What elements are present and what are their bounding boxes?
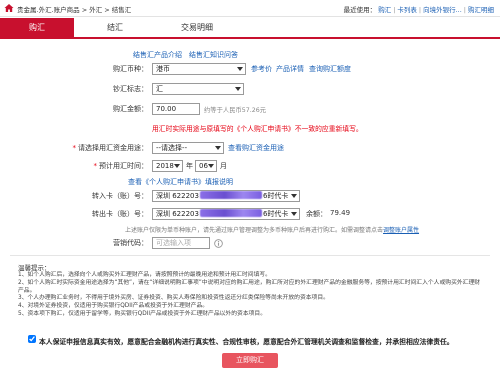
- tip-line: 4、对境外证券投资，仅适用于购买银行QDII产品或投资于外汇理财产品。: [18, 303, 209, 310]
- recent-item-purchase-details[interactable]: 购汇明细: [468, 6, 494, 14]
- balance-value: 79.49: [330, 209, 351, 217]
- out-card-select[interactable]: 深圳 622203 6时代卡: [152, 208, 300, 220]
- recent-separator: |: [393, 6, 396, 14]
- in-card-label: 转入卡（账）号：: [92, 192, 148, 200]
- marketing-code-row: 营销代码：: [0, 237, 500, 249]
- intro-links: 结售汇产品介绍 结售汇知识问答: [133, 50, 245, 60]
- application-link-row: 查看《个人购汇申请书》填报说明: [0, 176, 500, 188]
- out-card-suffix: 6时代卡: [262, 210, 289, 218]
- chevron-down-icon: [291, 194, 297, 198]
- marketing-code-label: 营销代码：: [113, 239, 148, 247]
- purpose-value: --请选择--: [156, 144, 188, 152]
- year-select[interactable]: 2018: [152, 160, 183, 172]
- year-value: 2018: [156, 162, 174, 170]
- tips-list: 1、如个人购汇后，选择向个人或购买外汇理财产品，请按照预计的最晚用途和预计用汇时…: [18, 272, 483, 319]
- masked-digits: [199, 191, 262, 199]
- expected-time-label-text: 预计用汇时间：: [99, 162, 148, 170]
- in-card-suffix: 6时代卡: [262, 192, 289, 200]
- tip-line: 2、如个人购汇时实际资金用途选择为“其他”，请在“详细说明购汇事项”中说明对应的…: [18, 279, 481, 294]
- product-intro-link[interactable]: 结售汇产品介绍: [133, 51, 182, 59]
- expected-time-label: * 预计用汇时间：: [10, 161, 149, 171]
- chevron-down-icon: [174, 164, 180, 168]
- in-card-prefix: 深圳 622203: [156, 192, 199, 200]
- section-divider: [10, 255, 490, 256]
- agreement-checkbox[interactable]: [28, 335, 36, 343]
- faq-link[interactable]: 结售汇知识问答: [189, 51, 238, 59]
- breadcrumb-bar: 贵金属.外汇.账户商品 > 外汇 > 结售汇 最近使用： 购汇 | 卡列表 | 向境外银…: [0, 0, 500, 17]
- view-purpose-link[interactable]: 查看购汇资金用途: [228, 143, 284, 153]
- cash-flag-value: 汇: [156, 85, 163, 93]
- out-card-row: 转出卡（账）号： 深圳 622203 6时代卡 余额： 79.49: [0, 208, 500, 220]
- tips-heading: 温馨提示：: [18, 264, 51, 272]
- home-icon[interactable]: [4, 3, 14, 13]
- required-mark: *: [72, 144, 77, 152]
- currency-select[interactable]: 港币: [152, 63, 246, 75]
- recent-links: 最近使用： 购汇 | 卡列表 | 向境外银行... | 购汇明细: [344, 4, 494, 14]
- cash-flag-label: 钞汇标志：: [113, 85, 148, 93]
- warning-row: 用汇时实际用途与原填写的《个人购汇申请书》不一致的应重新填写。: [0, 123, 500, 135]
- currency-label: 购汇币种：: [113, 65, 148, 73]
- account-note-text: 上述账户仅限为单币种账户，请先通过账户管理调整为多币种账户后再进行购汇。如需调整…: [125, 227, 384, 234]
- submit-purchase-button[interactable]: 立即购汇: [222, 353, 278, 368]
- tab-transaction-details[interactable]: 交易明细: [160, 18, 234, 37]
- in-card-select[interactable]: 深圳 622203 6时代卡: [152, 190, 300, 202]
- currency-row: 购汇币种： 港币 参考价 产品详情 查询购汇额度: [0, 63, 500, 75]
- purpose-row: * 请选择用汇资金用途： --请选择-- 查看购汇资金用途: [0, 142, 500, 154]
- reference-price-link[interactable]: 参考价: [251, 64, 272, 74]
- masked-digits: [199, 209, 262, 217]
- out-card-label: 转出卡（账）号：: [92, 210, 148, 218]
- chevron-down-icon: [215, 146, 221, 150]
- balance-label: 余额：: [306, 210, 327, 218]
- amount-row: 购汇金额： 约等于人民币57.26元: [0, 103, 500, 115]
- in-card-row: 转入卡（账）号： 深圳 622203 6时代卡: [0, 190, 500, 202]
- month-unit: 月: [220, 162, 227, 170]
- chevron-down-icon: [291, 212, 297, 216]
- marketing-code-input[interactable]: [152, 237, 210, 249]
- tip-line: 1、如个人购汇后，选择向个人或购买外汇理财产品，请按照预计的最晚用途和预计用汇时…: [18, 272, 271, 278]
- tab-bar: 购汇 结汇 交易明细: [0, 18, 500, 39]
- chevron-down-icon: [235, 87, 241, 91]
- tab-settlement[interactable]: 结汇: [78, 18, 152, 37]
- recent-separator: |: [418, 6, 422, 14]
- usage-warning: 用汇时实际用途与原填写的《个人购汇申请书》不一致的应重新填写。: [152, 125, 363, 133]
- purpose-select[interactable]: --请选择--: [152, 142, 224, 154]
- adjust-account-link[interactable]: 调整账户属性: [383, 227, 419, 234]
- agreement-row: 本人保证申报信息真实有效，愿意配合金融机构进行真实性、合规性审核，愿意配合外汇管…: [28, 335, 488, 346]
- purpose-label: * 请选择用汇资金用途：: [10, 143, 149, 153]
- account-note: 上述账户仅限为单币种账户，请先通过账户管理调整为多币种账户后再进行购汇。如需调整…: [125, 225, 419, 234]
- out-card-prefix: 深圳 622203: [156, 210, 199, 218]
- required-mark: *: [93, 162, 98, 170]
- agreement-text: 本人保证申报信息真实有效，愿意配合金融机构进行真实性、合规性审核，愿意配合外汇管…: [39, 337, 454, 346]
- recent-label: 最近使用：: [343, 6, 377, 14]
- page: 贵金属.外汇.账户商品 > 外汇 > 结售汇 最近使用： 购汇 | 卡列表 | 向境外银…: [0, 0, 500, 373]
- purpose-label-text: 请选择用汇资金用途：: [78, 144, 148, 152]
- cash-flag-row: 钞汇标志： 汇: [0, 83, 500, 95]
- cash-flag-select[interactable]: 汇: [152, 83, 244, 95]
- month-select[interactable]: 06: [195, 160, 217, 172]
- chevron-down-icon: [237, 67, 243, 71]
- application-instructions-link[interactable]: 查看《个人购汇申请书》填报说明: [128, 177, 233, 187]
- tip-line: 5、资本项下购汇，仅适用于留学等，购买银行QDII产品或投资于外汇理财产品以外的…: [18, 310, 267, 317]
- amount-label: 购汇金额：: [113, 105, 148, 113]
- recent-item-overseas-remittance[interactable]: 向境外银行...: [423, 6, 462, 14]
- month-value: 06: [199, 162, 208, 170]
- expected-time-row: * 预计用汇时间： 2018 年 06 月: [0, 160, 500, 172]
- chevron-down-icon: [208, 164, 214, 168]
- amount-input[interactable]: [152, 103, 200, 115]
- product-details-link[interactable]: 产品详情: [276, 64, 304, 74]
- amount-rmb-note: 约等于人民币57.26元: [204, 107, 267, 114]
- year-unit: 年: [186, 162, 193, 170]
- breadcrumb: 贵金属.外汇.账户商品 > 外汇 > 结售汇: [17, 6, 132, 14]
- query-quota-link[interactable]: 查询购汇额度: [309, 64, 351, 74]
- info-icon[interactable]: [214, 238, 223, 248]
- recent-item-purchase[interactable]: 购汇: [378, 6, 391, 14]
- tab-purchase[interactable]: 购汇: [0, 18, 74, 37]
- recent-separator: |: [463, 6, 466, 14]
- currency-value: 港币: [156, 65, 170, 73]
- recent-item-card-list[interactable]: 卡列表: [397, 6, 417, 14]
